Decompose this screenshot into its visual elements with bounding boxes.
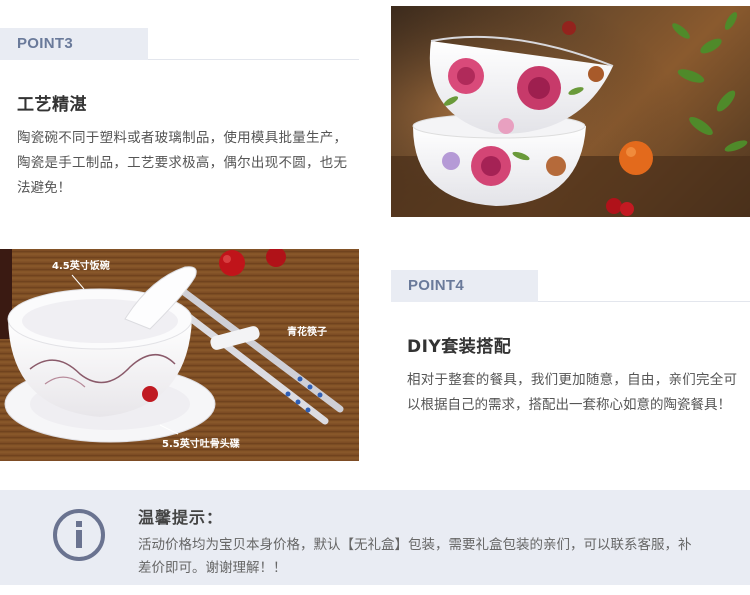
stacked-bowls-photo — [391, 6, 750, 217]
tableware-set-photo: 4.5英寸饭碗 青花筷子 5.5英寸吐骨头碟 — [0, 249, 359, 461]
notice-text: 活动价格均为宝贝本身价格，默认【无礼盒】包装，需要礼盒包装的亲们，可以联系客服，… — [138, 537, 692, 576]
point3-tab: POINT3 — [0, 28, 148, 60]
tableware-set-illustration: 4.5英寸饭碗 青花筷子 5.5英寸吐骨头碟 — [0, 249, 344, 450]
info-icon — [53, 509, 105, 561]
point3-description: 陶瓷碗不同于塑料或者玻璃制品，使用模具批量生产，陶瓷是手工制品，工艺要求极高，偶… — [17, 130, 347, 196]
point4-title: DIY套装搭配 — [407, 337, 512, 357]
plate-label: 5.5英寸吐骨头碟 — [162, 437, 240, 450]
point4-tab: POINT4 — [391, 270, 538, 302]
point4-description: 相对于整套的餐具，我们更加随意，自由，亲们完全可以根据自己的需求，搭配出一套称心… — [407, 372, 737, 413]
notice-banner: 温馨提示： 活动价格均为宝贝本身价格，默认【无礼盒】包装，需要礼盒包装的亲们，可… — [0, 490, 750, 585]
chopsticks-label: 青花筷子 — [287, 325, 327, 338]
point3-title: 工艺精湛 — [17, 95, 87, 115]
stacked-bowls-illustration — [391, 6, 750, 217]
bowl-label: 4.5英寸饭碗 — [52, 259, 110, 272]
notice-title: 温馨提示： — [138, 508, 224, 527]
point3-divider — [148, 59, 359, 60]
point4-divider — [538, 301, 750, 302]
